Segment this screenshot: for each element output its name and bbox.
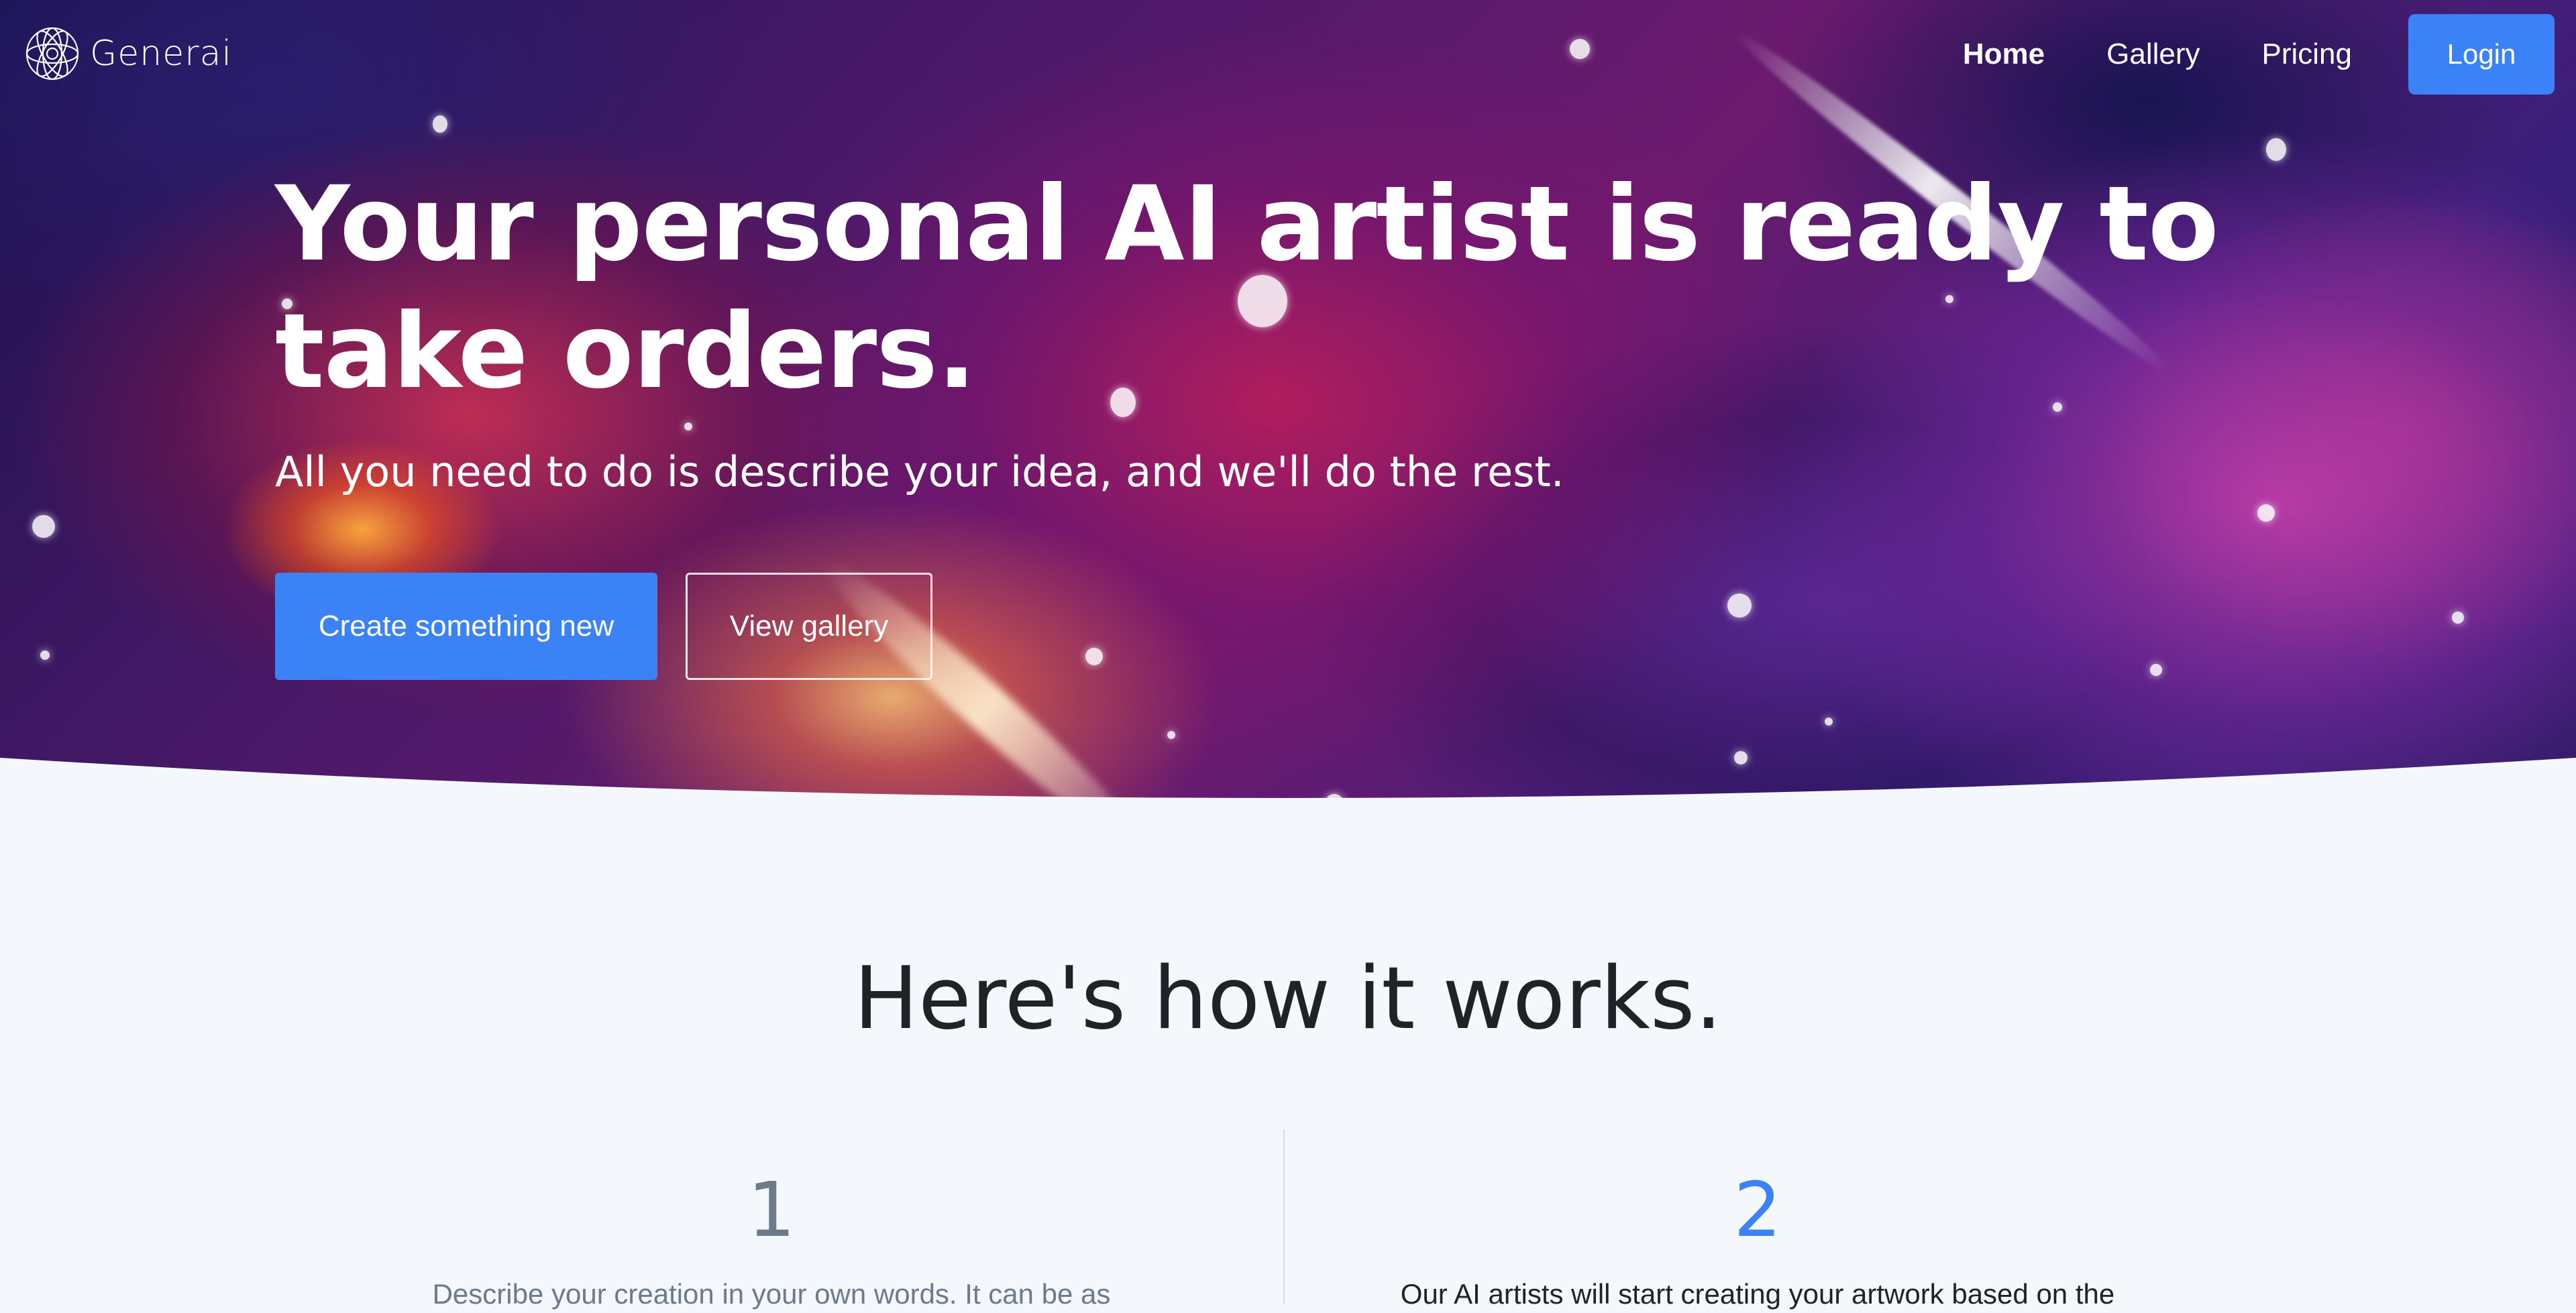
geometric-sphere-icon [25, 27, 79, 80]
star [32, 515, 55, 538]
step-description: Describe your creation in your own words… [432, 1278, 1111, 1310]
step-card: 1 Describe your creation in your own wor… [268, 1167, 1275, 1313]
hero-subheadline: All you need to do is describe your idea… [275, 447, 1564, 496]
star [2257, 504, 2275, 522]
star [2266, 138, 2286, 161]
hero-bottom-curve [0, 758, 2576, 818]
section-title: Here's how it works. [853, 949, 1723, 1049]
view-gallery-button[interactable]: View gallery [686, 573, 932, 680]
brand-logo[interactable]: Generai [24, 25, 232, 82]
create-something-new-button[interactable]: Create something new [275, 573, 657, 680]
brand-name: Generai [90, 34, 232, 74]
step-number: 1 [747, 1167, 796, 1254]
login-button[interactable]: Login [2408, 14, 2555, 95]
nav-link-home[interactable]: Home [1963, 38, 2045, 71]
top-navbar: Generai Home Gallery Pricing Login [0, 0, 2576, 107]
star [684, 422, 692, 431]
nav-link-gallery[interactable]: Gallery [2106, 38, 2200, 71]
nav-links: Home Gallery Pricing Login [1901, 13, 2555, 95]
step-number: 2 [1733, 1167, 1782, 1254]
star [433, 115, 447, 133]
star [1727, 593, 1752, 618]
star [2452, 612, 2464, 624]
star [1825, 718, 1833, 726]
star [40, 650, 50, 660]
step-card: 2 Our AI artists will start creating you… [1254, 1167, 2261, 1313]
star [2150, 664, 2162, 676]
star [1085, 648, 1103, 665]
nav-link-pricing[interactable]: Pricing [2262, 38, 2353, 71]
step-description: Our AI artists will start creating your … [1400, 1278, 2115, 1310]
hero-headline: Your personal AI artist is ready to take… [275, 164, 2219, 412]
